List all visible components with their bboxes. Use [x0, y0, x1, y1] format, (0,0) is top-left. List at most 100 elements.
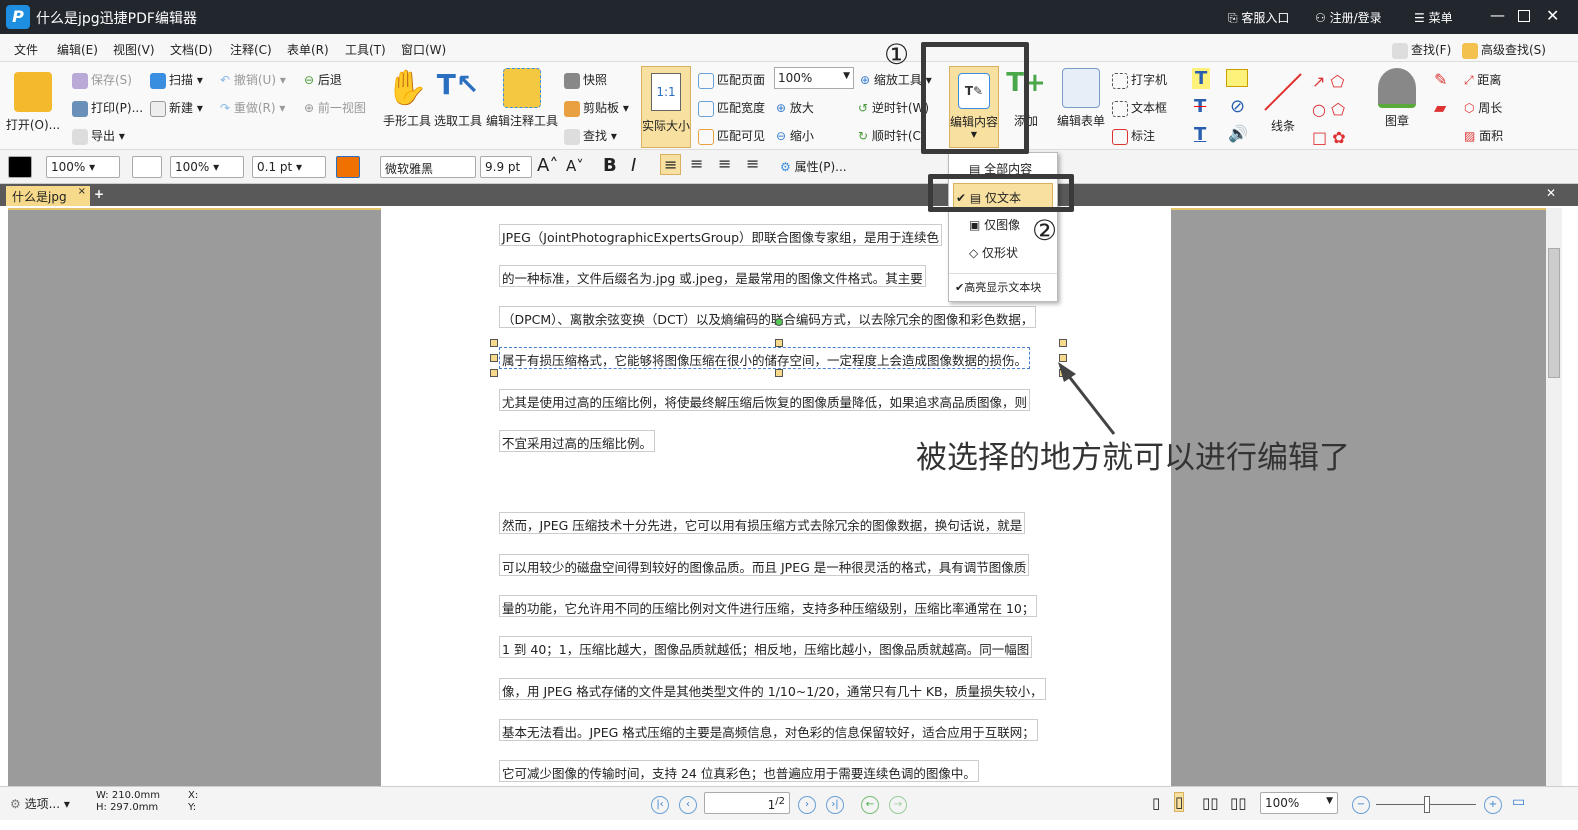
polygon-icon[interactable]: ⬠: [1331, 72, 1345, 91]
font-size-select[interactable]: 9.9 pt: [480, 156, 532, 178]
decrease-font-icon[interactable]: A˅: [566, 157, 584, 175]
properties-button[interactable]: ⚙ 属性(P)...: [780, 158, 847, 175]
align-right-icon[interactable]: ≡: [718, 154, 731, 173]
two-page-icon[interactable]: ▯▯: [1202, 794, 1219, 812]
continuous-page-icon[interactable]: ▯: [1174, 792, 1185, 812]
text-block[interactable]: 属于有损压缩格式，它能够将图像压缩在很小的储存空间，一定程度上会造成图像数据的损…: [499, 347, 1031, 369]
eraser-icon[interactable]: ▰: [1434, 98, 1446, 117]
single-page-icon[interactable]: ▯: [1152, 794, 1160, 812]
maximize-icon[interactable]: [1518, 10, 1530, 22]
zoom-out-icon[interactable]: −: [1352, 796, 1370, 814]
redo-button[interactable]: ↷ 重做(R) ▾: [220, 99, 285, 116]
fit-page-button[interactable]: 匹配页面: [698, 71, 765, 89]
zoom-in-button[interactable]: ⊕ 放大: [776, 99, 814, 116]
prev-page-icon[interactable]: ‹: [679, 796, 697, 814]
shape-tools[interactable]: ↗ ⬠ ○ ⬠ □ ✿: [1312, 68, 1346, 152]
tab-close-icon[interactable]: ×: [78, 186, 86, 197]
zoom-out-button[interactable]: ⊖ 缩小: [776, 127, 814, 144]
fit-visible-button[interactable]: 匹配可见: [698, 127, 765, 145]
attachment-icon[interactable]: ⊘: [1230, 96, 1245, 117]
rotate-cw-button[interactable]: ↻ 顺时针(C): [858, 127, 926, 144]
lines-button[interactable]: 线条: [1258, 70, 1308, 134]
text-block[interactable]: （DPCM）、离散余弦变换（DCT）以及熵编码的联合编码方式，以去除冗余的图像和…: [499, 306, 1037, 328]
back-icon[interactable]: ←: [861, 796, 879, 814]
text-block[interactable]: 的一种标准，文件后缀名为.jpg 或.jpeg，是最常用的图像文件格式。其主要: [499, 265, 926, 287]
service-button[interactable]: ⎘ 客服入口: [1228, 9, 1289, 26]
status-zoom-select[interactable]: 100% ▼: [1260, 792, 1338, 814]
scan-button[interactable]: 扫描 ▾: [150, 71, 203, 89]
rotate-handle[interactable]: [775, 318, 783, 326]
line-width-select[interactable]: 0.1 pt ▾: [252, 156, 326, 178]
fill-color-picker[interactable]: [132, 156, 162, 178]
save-button[interactable]: 保存(S): [72, 71, 132, 89]
prev-view-button[interactable]: ⊕ 前一视图: [304, 99, 366, 116]
resize-handle[interactable]: [490, 354, 498, 362]
fit-window-icon[interactable]: ▭: [1512, 794, 1525, 810]
text-block[interactable]: 它可减少图像的传输时间，支持 24 位真彩色；也普遍应用于需要连续色调的图像中。: [499, 760, 979, 782]
justify-icon[interactable]: ≡: [746, 154, 759, 173]
find-button[interactable]: 查找(F): [1392, 41, 1451, 59]
text-block[interactable]: 1 到 40；1，压缩比越大，图像品质就越低；相反地，压缩比越小，图像品质就越高…: [499, 636, 1033, 658]
typewriter-button[interactable]: 打字机: [1112, 71, 1167, 89]
zoom-in-icon[interactable]: +: [1484, 796, 1502, 814]
snapshot-button[interactable]: 快照: [564, 71, 607, 89]
page-number-input[interactable]: 1/2: [704, 792, 790, 814]
export-button[interactable]: 导出 ▾: [72, 127, 125, 145]
fit-width-button[interactable]: 匹配宽度: [698, 99, 765, 117]
last-page-icon[interactable]: ›|: [826, 796, 844, 814]
note-icon[interactable]: [1226, 69, 1248, 87]
menu-file[interactable]: 文件: [14, 41, 38, 58]
close-document-icon[interactable]: ✕: [1546, 186, 1556, 200]
rectangle-icon[interactable]: □: [1312, 128, 1327, 147]
advanced-find-button[interactable]: 高级查找(S): [1462, 41, 1546, 59]
menu-edit[interactable]: 编辑(E): [57, 41, 98, 58]
text-color-picker[interactable]: [336, 156, 360, 178]
main-menu-button[interactable]: ☰ 菜单: [1414, 9, 1453, 26]
select-tool-button[interactable]: T↖ 选取工具: [433, 68, 483, 129]
minimize-icon[interactable]: —: [1490, 6, 1505, 24]
actual-size-button[interactable]: 1:1 实际大小: [641, 66, 691, 148]
open-button[interactable]: 打开(O)...: [4, 72, 62, 133]
zoom-select[interactable]: 100% ▼: [774, 67, 854, 89]
textbox-button[interactable]: 文本框: [1112, 99, 1167, 117]
two-page-continuous-icon[interactable]: ▯▯: [1230, 794, 1247, 812]
italic-icon[interactable]: I: [631, 155, 636, 176]
new-tab-button[interactable]: +: [94, 187, 104, 201]
font-select[interactable]: 微软雅黑: [380, 156, 476, 178]
next-page-icon[interactable]: ›: [798, 796, 816, 814]
scroll-thumb[interactable]: [1548, 248, 1560, 378]
menu-tools[interactable]: 工具(T): [345, 41, 386, 58]
align-left-icon[interactable]: ≡: [660, 154, 682, 175]
menu-form[interactable]: 表单(R): [287, 41, 329, 58]
menu-window[interactable]: 窗口(W): [401, 41, 446, 58]
find-tool-button[interactable]: 查找 ▾: [564, 127, 617, 145]
perimeter-button[interactable]: ⬡ 周长: [1464, 99, 1502, 116]
menu-document[interactable]: 文档(D): [170, 41, 213, 58]
hand-tool-button[interactable]: ✋ 手形工具: [382, 68, 432, 129]
distance-button[interactable]: ⤢ 距离: [1464, 71, 1501, 88]
text-block[interactable]: 量的功能，它允许用不同的压缩比例对文件进行压缩，支持多种压缩级别，压缩比率通常在…: [499, 595, 1038, 617]
options-button[interactable]: ⚙ 选项... ▾: [10, 795, 70, 812]
pencil-icon[interactable]: ✎: [1434, 70, 1447, 89]
resize-handle[interactable]: [490, 339, 498, 347]
tab-document[interactable]: 什么是jpg ×: [6, 186, 90, 206]
text-block[interactable]: 可以用较少的磁盘空间得到较好的图像品质。而且 JPEG 是一种很灵活的格式，具有…: [499, 554, 1030, 576]
pentagon-icon[interactable]: ⬠: [1331, 100, 1345, 119]
highlight-icon[interactable]: T: [1192, 68, 1211, 89]
forward-icon[interactable]: →: [889, 796, 907, 814]
text-block[interactable]: 像，用 JPEG 格式存储的文件是其他类型文件的 1/10~1/20，通常只有几…: [499, 678, 1046, 700]
zoom-slider-thumb[interactable]: [1424, 796, 1430, 813]
menu-item-highlight-blocks[interactable]: ✔高亮显示文本块: [949, 273, 1057, 299]
undo-button[interactable]: ↶ 撤销(U) ▾: [220, 71, 286, 88]
stamp-button[interactable]: 图章: [1372, 68, 1422, 129]
arrow-icon[interactable]: ↗: [1312, 72, 1325, 91]
resize-handle[interactable]: [490, 369, 498, 377]
text-block[interactable]: 基本无法看出。JPEG 格式压缩的主要是高频信息，对色彩的信息保留较好，适合应用…: [499, 719, 1038, 741]
new-button[interactable]: 新建 ▾: [150, 99, 203, 117]
edit-annotation-tool-button[interactable]: 编辑注释工具: [485, 68, 559, 129]
bold-icon[interactable]: B: [603, 155, 617, 176]
stroke-opacity-select[interactable]: 100% ▾: [170, 156, 244, 178]
area-button[interactable]: ▨ 面积: [1464, 127, 1503, 144]
rotate-ccw-button[interactable]: ↺ 逆时针(W): [858, 99, 929, 116]
print-button[interactable]: 打印(P)...: [72, 99, 143, 117]
